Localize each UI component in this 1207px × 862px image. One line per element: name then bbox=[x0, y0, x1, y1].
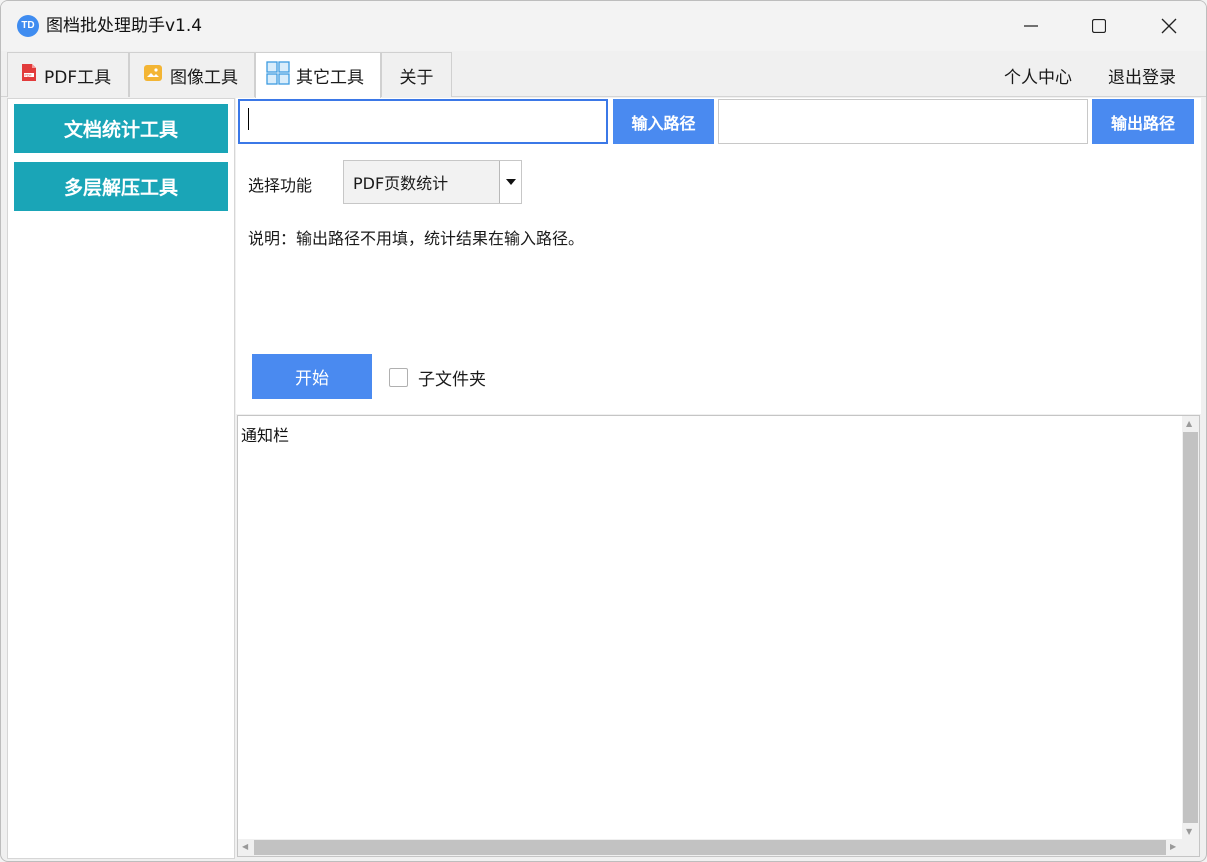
grid-icon bbox=[266, 61, 290, 90]
scroll-right-icon[interactable]: ▶ bbox=[1170, 843, 1176, 851]
minimize-button[interactable] bbox=[996, 1, 1066, 51]
title-bar: TD 图档批处理助手v1.4 bbox=[1, 1, 1206, 51]
minimize-icon bbox=[1024, 25, 1038, 27]
input-path-button[interactable]: 输入路径 bbox=[613, 99, 714, 144]
app-logo-icon: TD bbox=[17, 15, 39, 37]
notice-text: 通知栏 bbox=[241, 426, 290, 445]
tab-label: PDF工具 bbox=[44, 67, 112, 88]
tab-label: 其它工具 bbox=[296, 68, 364, 88]
pdf-file-icon: PDF bbox=[21, 63, 37, 87]
function-selected-value: PDF页数统计 bbox=[353, 174, 449, 193]
tab-pdf-tools[interactable]: PDF PDF工具 bbox=[7, 52, 129, 97]
function-label: 选择功能 bbox=[248, 176, 313, 195]
scroll-up-icon[interactable]: ▲ bbox=[1186, 420, 1192, 428]
output-path-field[interactable] bbox=[718, 99, 1088, 144]
image-icon bbox=[143, 64, 163, 87]
sidebar: 文档统计工具 多层解压工具 bbox=[7, 98, 235, 859]
close-button[interactable] bbox=[1134, 1, 1204, 51]
horizontal-scrollbar[interactable]: ◀ ▶ bbox=[238, 839, 1182, 856]
profile-link[interactable]: 个人中心 bbox=[1004, 63, 1072, 88]
window-title: 图档批处理助手v1.4 bbox=[46, 16, 203, 36]
subfolder-checkbox[interactable] bbox=[389, 368, 408, 387]
main-panel: 输入路径 输出路径 选择功能 PDF页数统计 说明：输出路径不用填，统计结果在输… bbox=[236, 98, 1201, 414]
vertical-scroll-thumb[interactable] bbox=[1183, 432, 1198, 823]
horizontal-scroll-thumb[interactable] bbox=[254, 840, 1166, 855]
vertical-scrollbar[interactable]: ▲ ▼ bbox=[1182, 416, 1199, 840]
function-select[interactable]: PDF页数统计 bbox=[343, 160, 522, 204]
subfolder-label[interactable]: 子文件夹 bbox=[418, 365, 486, 390]
tab-other-tools[interactable]: 其它工具 bbox=[255, 52, 381, 98]
maximize-button[interactable] bbox=[1064, 1, 1134, 51]
app-window: TD 图档批处理助手v1.4 PDF PDF工具 图像工具 其它工具 关于 个人… bbox=[0, 0, 1207, 862]
scroll-down-icon[interactable]: ▼ bbox=[1186, 828, 1192, 836]
text-caret bbox=[248, 108, 249, 130]
maximize-icon bbox=[1092, 19, 1106, 33]
dropdown-arrow-icon[interactable] bbox=[499, 161, 521, 203]
sidebar-item-multi-unzip[interactable]: 多层解压工具 bbox=[14, 162, 228, 211]
logout-link[interactable]: 退出登录 bbox=[1108, 63, 1176, 88]
close-icon bbox=[1161, 18, 1177, 34]
notice-textarea[interactable]: 通知栏 ▲ ▼ ◀ ▶ bbox=[237, 415, 1200, 857]
tab-label: 关于 bbox=[399, 67, 434, 88]
tab-about[interactable]: 关于 bbox=[381, 52, 452, 97]
input-path-field[interactable] bbox=[238, 99, 608, 144]
tab-image-tools[interactable]: 图像工具 bbox=[129, 52, 255, 97]
scroll-left-icon[interactable]: ◀ bbox=[242, 843, 248, 851]
output-path-button[interactable]: 输出路径 bbox=[1092, 99, 1194, 144]
hint-text: 说明：输出路径不用填，统计结果在输入路径。 bbox=[248, 229, 585, 248]
svg-text:PDF: PDF bbox=[25, 73, 33, 77]
scroll-corner bbox=[1182, 839, 1199, 856]
start-button[interactable]: 开始 bbox=[252, 354, 372, 399]
sidebar-item-doc-stats[interactable]: 文档统计工具 bbox=[14, 104, 228, 153]
tab-label: 图像工具 bbox=[170, 67, 238, 88]
